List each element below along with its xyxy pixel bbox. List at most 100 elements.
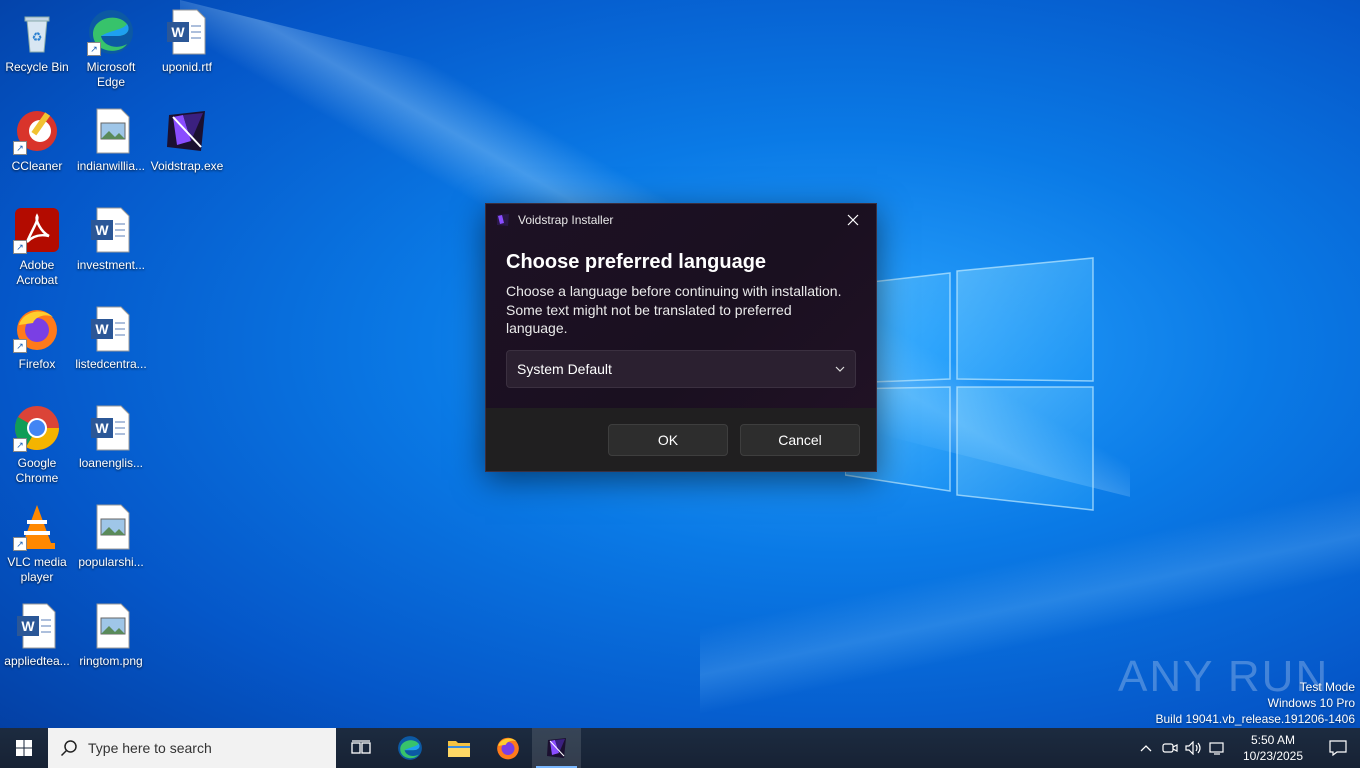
svg-text:♻: ♻ bbox=[32, 30, 43, 44]
desktop-icon-label: Recycle Bin bbox=[5, 60, 69, 74]
desktop-icon-label: popularshi... bbox=[78, 555, 144, 569]
folder-icon bbox=[447, 741, 470, 757]
desktop-icon-label: appliedtea... bbox=[4, 654, 70, 668]
ccleaner-icon: ↗ bbox=[13, 107, 61, 155]
close-icon bbox=[847, 214, 859, 226]
meet-now-button[interactable] bbox=[1158, 728, 1182, 768]
desktop-icon-label: loanenglis... bbox=[78, 456, 144, 470]
taskbar-edge[interactable] bbox=[385, 728, 434, 768]
desktop-icon-label: indianwillia... bbox=[76, 159, 146, 173]
edge-icon bbox=[397, 736, 422, 760]
word-document-icon: W bbox=[87, 305, 135, 353]
taskbar-search-box[interactable]: Type here to search bbox=[48, 728, 336, 768]
desktop-icon-appliedtea[interactable]: W appliedtea... bbox=[0, 602, 74, 669]
network-button[interactable] bbox=[1206, 728, 1230, 768]
test-mode-info: Test Mode Windows 10 Pro Build 19041.vb_… bbox=[1156, 679, 1356, 727]
notification-icon bbox=[1329, 740, 1347, 756]
taskbar-voidstrap[interactable] bbox=[532, 728, 581, 768]
build-label: Build 19041.vb_release.191206-1406 bbox=[1155, 712, 1356, 726]
desktop-icon-loanenglis[interactable]: W loanenglis... bbox=[74, 404, 148, 471]
image-file-icon bbox=[87, 602, 135, 650]
task-view-button[interactable] bbox=[336, 728, 385, 768]
dialog-description: Choose a language before continuing with… bbox=[506, 283, 842, 336]
image-file-icon bbox=[87, 107, 135, 155]
dialog-title: Voidstrap Installer bbox=[518, 213, 614, 227]
firefox-icon bbox=[496, 737, 519, 760]
language-dropdown[interactable]: System Default bbox=[506, 349, 856, 388]
recycle-bin-icon: ♻ bbox=[13, 8, 61, 56]
volume-button[interactable] bbox=[1182, 728, 1206, 768]
voidstrap-installer-dialog: Voidstrap Installer Choose preferred lan… bbox=[485, 203, 877, 472]
desktop-icon-google-chrome[interactable]: ↗ Google Chrome bbox=[0, 404, 74, 486]
vlc-cone-icon: ↗ bbox=[13, 503, 61, 551]
adobe-acrobat-icon: ↗ bbox=[13, 206, 61, 254]
svg-text:W: W bbox=[21, 618, 35, 634]
desktop-icon-uponid[interactable]: W uponid.rtf bbox=[150, 8, 224, 75]
dialog-content: Choose preferred language Choose a langu… bbox=[486, 236, 876, 388]
desktop-icon-voidstrap[interactable]: Voidstrap.exe bbox=[150, 107, 224, 174]
windows-logo-wallpaper bbox=[845, 257, 1094, 511]
desktop-icon-investment[interactable]: W investment... bbox=[74, 206, 148, 273]
search-icon bbox=[60, 740, 77, 757]
voidstrap-icon bbox=[163, 107, 211, 155]
desktop-icon-ccleaner[interactable]: ↗ CCleaner bbox=[0, 107, 74, 174]
desktop-icon-microsoft-edge[interactable]: ↗ Microsoft Edge bbox=[74, 8, 148, 90]
desktop-icon-label: Firefox bbox=[18, 357, 56, 371]
desktop-icon-label: Voidstrap.exe bbox=[150, 159, 224, 173]
edge-icon: ↗ bbox=[87, 8, 135, 56]
taskbar-clock[interactable]: 5:50 AM 10/23/2025 bbox=[1230, 732, 1316, 764]
search-placeholder: Type here to search bbox=[88, 740, 212, 756]
word-document-icon: W bbox=[87, 206, 135, 254]
test-mode-label: Test Mode bbox=[1299, 680, 1355, 694]
desktop-icon-firefox[interactable]: ↗ Firefox bbox=[0, 305, 74, 372]
desktop-icon-label: Microsoft Edge bbox=[86, 60, 136, 89]
task-view-icon bbox=[350, 740, 371, 754]
clock-time: 5:50 AM bbox=[1250, 733, 1296, 747]
windows-start-icon bbox=[16, 740, 32, 756]
shortcut-arrow-icon: ↗ bbox=[13, 438, 27, 452]
start-button[interactable] bbox=[0, 728, 48, 768]
word-document-icon: W bbox=[13, 602, 61, 650]
word-document-icon: W bbox=[87, 404, 135, 452]
taskbar-file-explorer[interactable] bbox=[434, 728, 483, 768]
desktop-icon-listedcentra[interactable]: W listedcentra... bbox=[74, 305, 148, 372]
ok-button[interactable]: OK bbox=[608, 423, 728, 456]
shortcut-arrow-icon: ↗ bbox=[13, 339, 27, 353]
chevron-down-icon bbox=[835, 366, 845, 372]
network-icon bbox=[1209, 742, 1224, 755]
desktop-icon-label: investment... bbox=[76, 258, 146, 272]
firefox-icon: ↗ bbox=[13, 305, 61, 353]
desktop-icon-popularshi[interactable]: popularshi... bbox=[74, 503, 148, 570]
desktop-icon-adobe-acrobat[interactable]: ↗ Adobe Acrobat bbox=[0, 206, 74, 288]
clock-date: 10/23/2025 bbox=[1242, 749, 1304, 763]
desktop-icon-label: uponid.rtf bbox=[161, 60, 213, 74]
svg-text:W: W bbox=[171, 24, 185, 40]
taskbar: Type here to search 5:50 AM 10/23/2025 bbox=[0, 728, 1360, 768]
desktop-icon-vlc[interactable]: ↗ VLC media player bbox=[0, 503, 74, 585]
desktop-icon-label: ringtom.png bbox=[79, 654, 143, 668]
chevron-up-icon bbox=[1140, 745, 1152, 752]
word-document-icon: W bbox=[163, 8, 211, 56]
desktop-icon-label: listedcentra... bbox=[75, 357, 147, 371]
desktop-icon-indianwillia[interactable]: indianwillia... bbox=[74, 107, 148, 174]
desktop-icon-recycle-bin[interactable]: ♻ Recycle Bin bbox=[0, 8, 74, 75]
show-hidden-icons-button[interactable] bbox=[1134, 728, 1158, 768]
desktop-icon-ringtom[interactable]: ringtom.png bbox=[74, 602, 148, 669]
dialog-heading: Choose preferred language bbox=[506, 251, 767, 273]
voidstrap-icon bbox=[546, 738, 566, 758]
system-tray: 5:50 AM 10/23/2025 bbox=[1134, 728, 1360, 768]
desktop-icon-label: VLC media player bbox=[7, 555, 67, 584]
close-button[interactable] bbox=[830, 204, 876, 236]
image-file-icon bbox=[87, 503, 135, 551]
chrome-icon: ↗ bbox=[13, 404, 61, 452]
dialog-titlebar[interactable]: Voidstrap Installer bbox=[486, 204, 876, 236]
language-selected-value: System Default bbox=[517, 360, 612, 377]
svg-text:W: W bbox=[95, 420, 109, 436]
desktop-icon-label: CCleaner bbox=[11, 159, 63, 173]
svg-text:W: W bbox=[95, 222, 109, 238]
cancel-button[interactable]: Cancel bbox=[740, 423, 860, 456]
taskbar-firefox[interactable] bbox=[483, 728, 532, 768]
voidstrap-app-icon bbox=[497, 214, 509, 226]
shortcut-arrow-icon: ↗ bbox=[13, 240, 27, 254]
action-center-button[interactable] bbox=[1316, 728, 1360, 768]
